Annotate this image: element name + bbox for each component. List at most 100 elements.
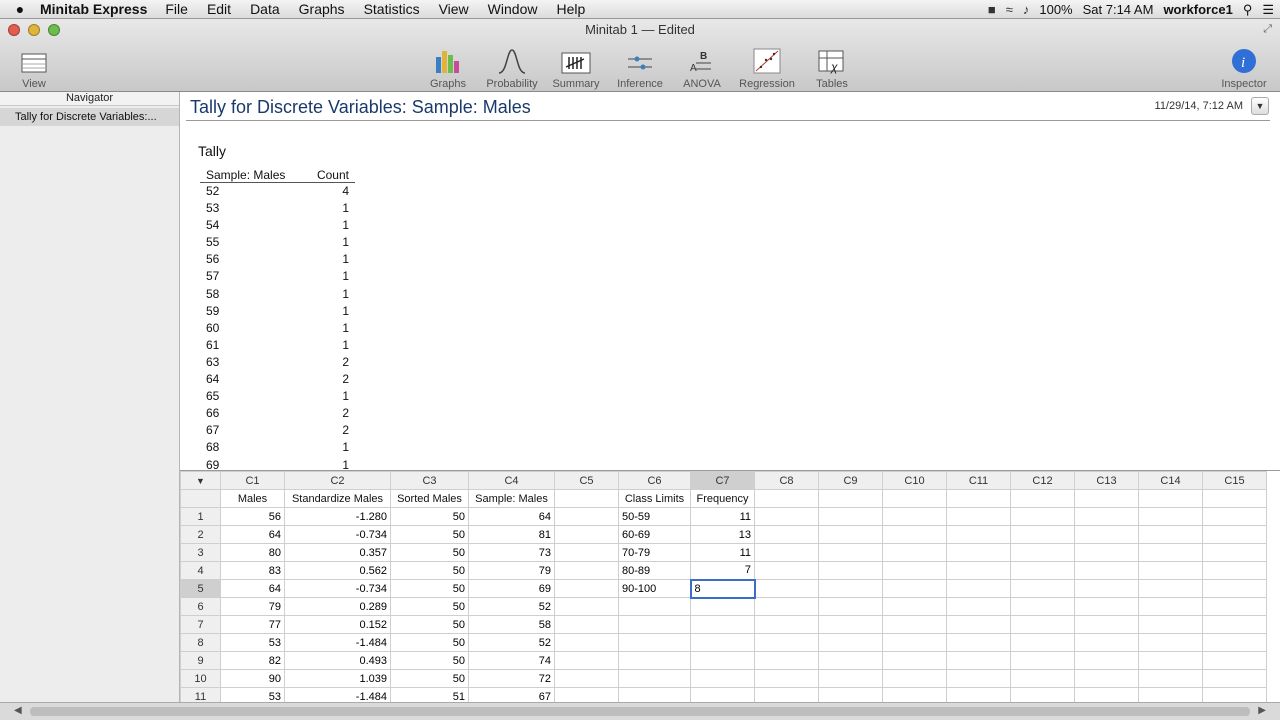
worksheet-cell[interactable] [1074, 525, 1139, 544]
worksheet-cell[interactable]: 11 [690, 507, 755, 526]
column-name-cell[interactable] [754, 489, 819, 508]
toolbar-view-button[interactable]: View [4, 47, 64, 90]
row-number[interactable]: 10 [180, 669, 221, 688]
worksheet-cell[interactable] [818, 525, 883, 544]
worksheet-cell[interactable] [882, 633, 947, 652]
worksheet-cell[interactable]: 64 [220, 525, 285, 544]
column-name-cell[interactable] [554, 489, 619, 508]
row-number[interactable]: 7 [180, 615, 221, 634]
worksheet-cell[interactable] [754, 579, 819, 598]
worksheet-cell[interactable] [690, 597, 755, 616]
worksheet-cell[interactable] [946, 615, 1011, 634]
worksheet-cell[interactable]: 0.493 [284, 651, 391, 670]
worksheet-cell[interactable] [554, 525, 619, 544]
worksheet-cell[interactable] [882, 669, 947, 688]
column-header-c10[interactable]: C10 [882, 471, 947, 490]
worksheet-cell[interactable] [554, 633, 619, 652]
worksheet-cell[interactable] [1010, 579, 1075, 598]
column-header-c1[interactable]: C1 [220, 471, 285, 490]
worksheet-cell[interactable] [1010, 651, 1075, 670]
worksheet-cell[interactable]: 53 [220, 633, 285, 652]
active-cell[interactable]: 8 [689, 578, 756, 599]
worksheet-cell[interactable] [754, 651, 819, 670]
worksheet-corner-arrow-icon[interactable]: ▼ [180, 471, 221, 490]
worksheet-cell[interactable] [754, 507, 819, 526]
worksheet-cell[interactable] [882, 561, 947, 580]
worksheet-cell[interactable] [554, 543, 619, 562]
worksheet-cell[interactable] [946, 633, 1011, 652]
worksheet-cell[interactable]: 80 [220, 543, 285, 562]
column-name-cell[interactable] [882, 489, 947, 508]
worksheet-cell[interactable] [946, 579, 1011, 598]
worksheet-cell[interactable]: 77 [220, 615, 285, 634]
worksheet-cell[interactable] [946, 669, 1011, 688]
column-header-c8[interactable]: C8 [754, 471, 819, 490]
worksheet-cell[interactable] [946, 597, 1011, 616]
toolbar-summary-button[interactable]: Summary [546, 47, 606, 90]
worksheet-cell[interactable] [1074, 651, 1139, 670]
worksheet-cell[interactable]: 73 [468, 543, 555, 562]
menu-file[interactable]: File [165, 1, 188, 17]
worksheet-cell[interactable] [818, 561, 883, 580]
worksheet-cell[interactable]: 79 [468, 561, 555, 580]
worksheet-cell[interactable] [882, 651, 947, 670]
column-name-cell[interactable]: Standardize Males [284, 489, 391, 508]
spotlight-search-icon[interactable]: ⚲ [1243, 2, 1253, 18]
worksheet-cell[interactable] [882, 597, 947, 616]
worksheet-cell[interactable] [1138, 579, 1203, 598]
toolbar-probability-button[interactable]: Probability [482, 47, 542, 90]
toolbar-inspector-button[interactable]: i Inspector [1214, 47, 1274, 90]
worksheet-cell[interactable] [1138, 525, 1203, 544]
worksheet-cell[interactable] [690, 687, 755, 702]
worksheet-cell[interactable] [1074, 597, 1139, 616]
worksheet-cell[interactable] [1010, 507, 1075, 526]
worksheet-cell[interactable]: 50 [390, 615, 469, 634]
worksheet-cell[interactable]: 0.357 [284, 543, 391, 562]
worksheet-cell[interactable] [882, 615, 947, 634]
column-header-c7[interactable]: C7 [690, 471, 755, 490]
column-name-cell[interactable] [1074, 489, 1139, 508]
worksheet-cell[interactable] [754, 525, 819, 544]
worksheet-cell[interactable]: 11 [690, 543, 755, 562]
worksheet-cell[interactable] [946, 525, 1011, 544]
row-number[interactable]: 6 [180, 597, 221, 616]
worksheet-cell[interactable] [690, 633, 755, 652]
wifi-icon[interactable]: ≈ [1006, 2, 1013, 17]
worksheet-cell[interactable]: 58 [468, 615, 555, 634]
worksheet-cell[interactable] [1202, 651, 1267, 670]
worksheet-cell[interactable] [690, 669, 755, 688]
worksheet-cell[interactable] [1202, 669, 1267, 688]
menu-window[interactable]: Window [488, 1, 538, 17]
row-number[interactable]: 3 [180, 543, 221, 562]
worksheet-cell[interactable] [754, 687, 819, 702]
column-name-cell[interactable]: Frequency [690, 489, 755, 508]
worksheet-cell[interactable]: 64 [468, 507, 555, 526]
menu-edit[interactable]: Edit [207, 1, 231, 17]
worksheet-cell[interactable] [754, 669, 819, 688]
worksheet-cell[interactable] [882, 507, 947, 526]
worksheet-cell[interactable]: -1.280 [284, 507, 391, 526]
worksheet-cell[interactable] [1202, 687, 1267, 702]
column-header-c5[interactable]: C5 [554, 471, 619, 490]
worksheet-cell[interactable] [1074, 669, 1139, 688]
worksheet-cell[interactable] [1202, 525, 1267, 544]
worksheet-cell[interactable] [618, 633, 691, 652]
worksheet-cell[interactable] [554, 597, 619, 616]
column-header-c14[interactable]: C14 [1138, 471, 1203, 490]
worksheet-cell[interactable] [554, 651, 619, 670]
user-menu[interactable]: workforce1 [1163, 2, 1232, 17]
worksheet-cell[interactable] [946, 561, 1011, 580]
worksheet-cell[interactable] [1138, 597, 1203, 616]
scroll-thumb[interactable] [30, 707, 1250, 716]
column-header-c9[interactable]: C9 [818, 471, 883, 490]
worksheet[interactable]: ▼ C1 C2 C3 C4 C5 C6 C7 C8 C9 C10 C11 C12 C13 C14 C15 Mal… [180, 470, 1280, 702]
column-name-cell[interactable] [1202, 489, 1267, 508]
column-header-c2[interactable]: C2 [284, 471, 391, 490]
toolbar-regression-button[interactable]: Regression [737, 47, 797, 90]
worksheet-cell[interactable]: 79 [220, 597, 285, 616]
worksheet-cell[interactable] [1202, 579, 1267, 598]
worksheet-cell[interactable]: 69 [468, 579, 555, 598]
worksheet-cell[interactable]: 50 [390, 651, 469, 670]
worksheet-cell[interactable] [882, 543, 947, 562]
worksheet-cell[interactable] [1138, 633, 1203, 652]
